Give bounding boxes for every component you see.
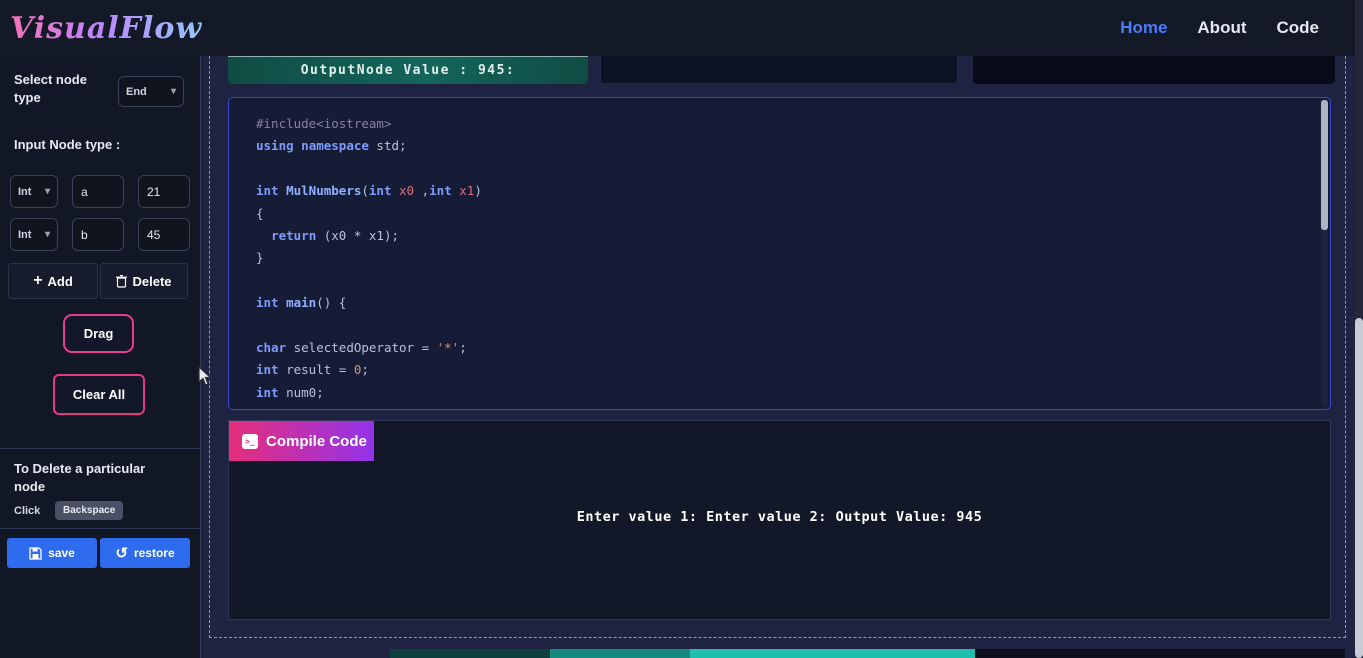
nav-link-about[interactable]: About (1197, 18, 1246, 38)
nav-link-code[interactable]: Code (1277, 18, 1320, 38)
sidebar: Select node type End ▾ Input Node type :… (0, 56, 201, 658)
input-node-type-label: Input Node type : (14, 137, 121, 152)
page-scrollbar-thumb[interactable] (1355, 318, 1363, 658)
restore-button-label: restore (133, 546, 175, 560)
node-type-select[interactable]: End ▾ (118, 76, 184, 107)
input-type-select[interactable]: Int ▾ (10, 218, 58, 251)
input-node-row: Int ▾ (0, 175, 201, 208)
node-fragment[interactable] (690, 649, 975, 658)
code-scrollbar-thumb[interactable] (1321, 100, 1328, 230)
node-type-select-value: End (126, 85, 147, 98)
code-editor-panel: #include<iostream> using namespace std; i… (228, 97, 1331, 410)
add-button-label: Add (47, 273, 73, 289)
input-value-field[interactable] (138, 175, 190, 208)
code-scrollbar-track[interactable] (1321, 100, 1328, 407)
terminal-icon: >_ (242, 433, 258, 449)
output-node[interactable]: OutputNode Value : 945: (228, 56, 588, 84)
nav-link-home[interactable]: Home (1120, 18, 1167, 38)
input-node-row: Int ▾ (0, 218, 201, 251)
chevron-down-icon: ▾ (44, 229, 50, 240)
node-fragment[interactable] (600, 56, 958, 84)
app: VisualFlow Home About Code Select node t… (0, 0, 1363, 658)
save-icon (29, 546, 42, 560)
drag-node-button[interactable]: Drag (63, 314, 134, 353)
input-name-field[interactable] (72, 218, 124, 251)
delete-button[interactable]: Delete (100, 263, 188, 299)
select-node-type-label: Select node type (14, 72, 87, 105)
node-fragment[interactable] (390, 649, 550, 658)
input-type-select[interactable]: Int ▾ (10, 175, 58, 208)
console-output-text: Enter value 1: Enter value 2: Output Val… (576, 509, 983, 525)
compile-code-button[interactable]: >_ Compile Code (229, 421, 374, 461)
save-button-label: save (48, 546, 75, 560)
chevron-down-icon: ▾ (170, 86, 176, 97)
divider (0, 448, 200, 449)
node-fragment[interactable] (975, 649, 1345, 658)
navbar: VisualFlow Home About Code (0, 0, 1363, 56)
delete-hint-title: To Delete a particular node (14, 461, 146, 494)
clear-all-button[interactable]: Clear All (53, 374, 145, 415)
code-lines: #include<iostream> using namespace std; i… (256, 116, 482, 400)
input-name-field[interactable] (72, 175, 124, 208)
chevron-down-icon: ▾ (44, 186, 50, 197)
input-type-value: Int (18, 228, 32, 241)
node-fragment[interactable] (550, 649, 690, 658)
save-button[interactable]: save (7, 538, 97, 568)
delete-button-label: Delete (132, 273, 172, 289)
restore-icon: ↺ (115, 544, 128, 562)
add-button[interactable]: + Add (8, 263, 98, 299)
backspace-key-badge: Backspace (55, 501, 124, 520)
restore-button[interactable]: ↺ restore (100, 538, 190, 568)
node-fragment[interactable] (973, 56, 1335, 84)
input-value-field[interactable] (138, 218, 190, 251)
trash-icon (116, 274, 128, 288)
compile-output-panel: >_ Compile Code Enter value 1: Enter val… (228, 420, 1331, 620)
delete-hint-click-label: Click (14, 505, 41, 517)
input-type-value: Int (18, 185, 32, 198)
brand-logo[interactable]: VisualFlow (10, 11, 202, 46)
compile-button-label: Compile Code (266, 432, 367, 450)
divider (0, 528, 200, 529)
plus-icon: + (33, 272, 43, 289)
page-scrollbar-track[interactable] (1355, 0, 1363, 658)
nav-links: Home About Code (1120, 18, 1319, 38)
